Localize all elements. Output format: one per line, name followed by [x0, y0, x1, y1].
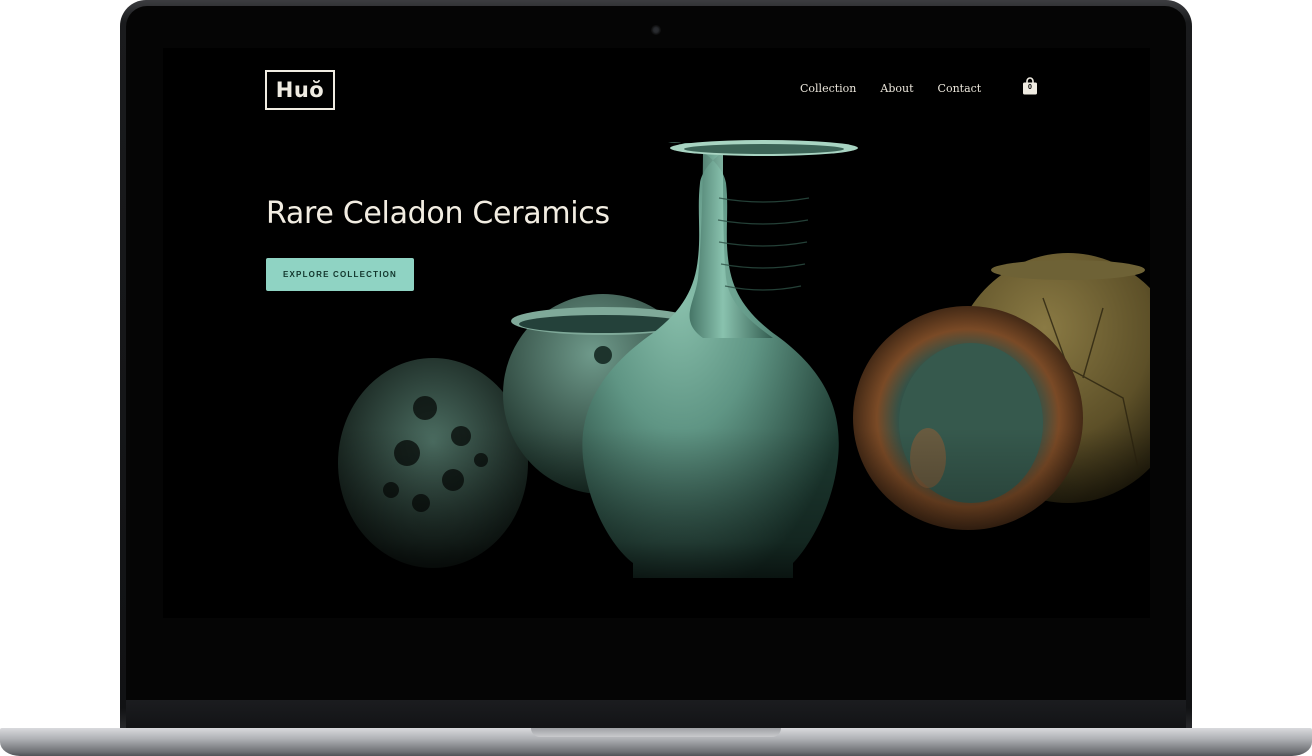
cart-count: 0 [1028, 84, 1032, 91]
laptop-chin [126, 700, 1186, 730]
nav-link-collection[interactable]: Collection [800, 82, 856, 95]
website-screen: Huŏ Collection About Contact 0 Rare Cela… [163, 48, 1150, 618]
laptop-notch [531, 728, 781, 737]
webcam [652, 26, 660, 34]
hero-title: Rare Celadon Ceramics [266, 196, 610, 231]
explore-collection-button[interactable]: EXPLORE COLLECTION [266, 258, 414, 291]
site-logo[interactable]: Huŏ [265, 70, 335, 110]
nav-link-contact[interactable]: Contact [938, 82, 982, 95]
main-nav: Collection About Contact [800, 82, 1005, 95]
ceramics-hero-image [163, 140, 1150, 618]
nav-link-about[interactable]: About [880, 82, 913, 95]
cart-button[interactable]: 0 [1022, 76, 1038, 96]
